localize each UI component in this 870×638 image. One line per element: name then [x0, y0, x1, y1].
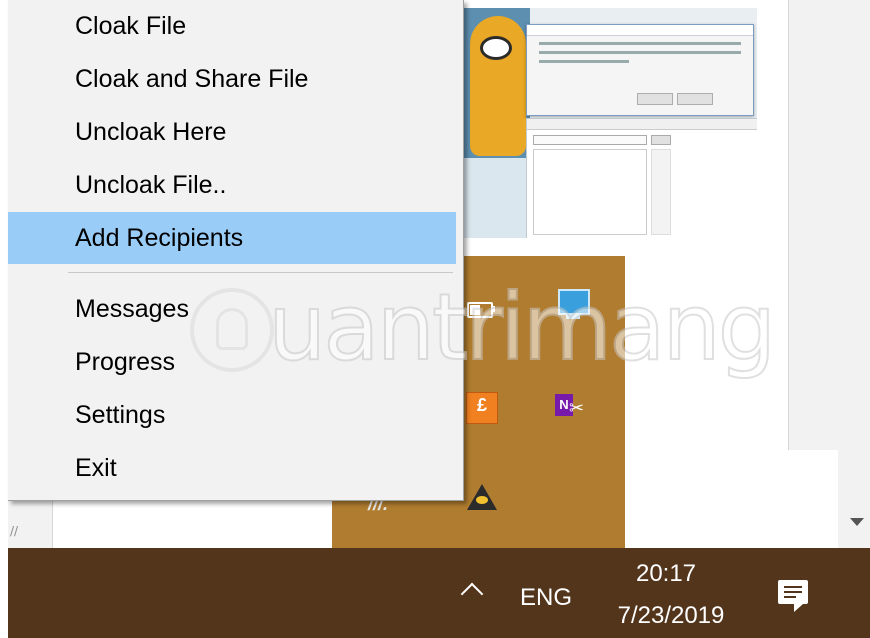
sublime-icon[interactable]: £: [466, 392, 498, 424]
menu-item-progress[interactable]: Progress: [8, 336, 456, 388]
menu-item-uncloak-here[interactable]: Uncloak Here: [8, 106, 456, 158]
context-menu: Cloak File Cloak and Share File Uncloak …: [8, 0, 464, 501]
clock-date[interactable]: 7/23/2019: [606, 602, 736, 630]
menu-item-exit[interactable]: Exit: [8, 442, 456, 494]
menu-item-cloak-and-share-file[interactable]: Cloak and Share File: [8, 53, 456, 105]
resize-grip-icon[interactable]: //: [10, 524, 24, 538]
action-center-icon[interactable]: [778, 580, 808, 612]
thumbnail-illustration: [462, 8, 530, 158]
thumbnail-dialog-recipients: [526, 118, 757, 238]
cloak-app-icon[interactable]: [467, 484, 497, 514]
onenote-clipper-icon[interactable]: N ✂: [555, 392, 585, 422]
menu-item-uncloak-file[interactable]: Uncloak File..: [8, 159, 456, 211]
thumbnail-file-area: W: [462, 158, 530, 238]
scroll-down-arrow-icon[interactable]: [850, 518, 864, 526]
menu-item-cloak-file[interactable]: Cloak File: [8, 0, 456, 52]
remote-desktop-icon[interactable]: [556, 287, 590, 319]
menu-item-settings[interactable]: Settings: [8, 389, 456, 441]
mascot-eye: [480, 36, 512, 60]
taskbar: [8, 548, 870, 638]
menu-item-add-recipients[interactable]: Add Recipients: [8, 212, 456, 264]
battery-icon[interactable]: [465, 294, 495, 324]
screen-edge: [0, 0, 8, 638]
menu-item-messages[interactable]: Messages: [8, 283, 456, 335]
article-thumbnail: W: [462, 8, 757, 238]
input-language[interactable]: ENG: [520, 584, 572, 612]
clock-time[interactable]: 20:17: [616, 560, 716, 588]
menu-separator: [68, 272, 453, 273]
thumbnail-dialog-confirm: [526, 24, 754, 116]
